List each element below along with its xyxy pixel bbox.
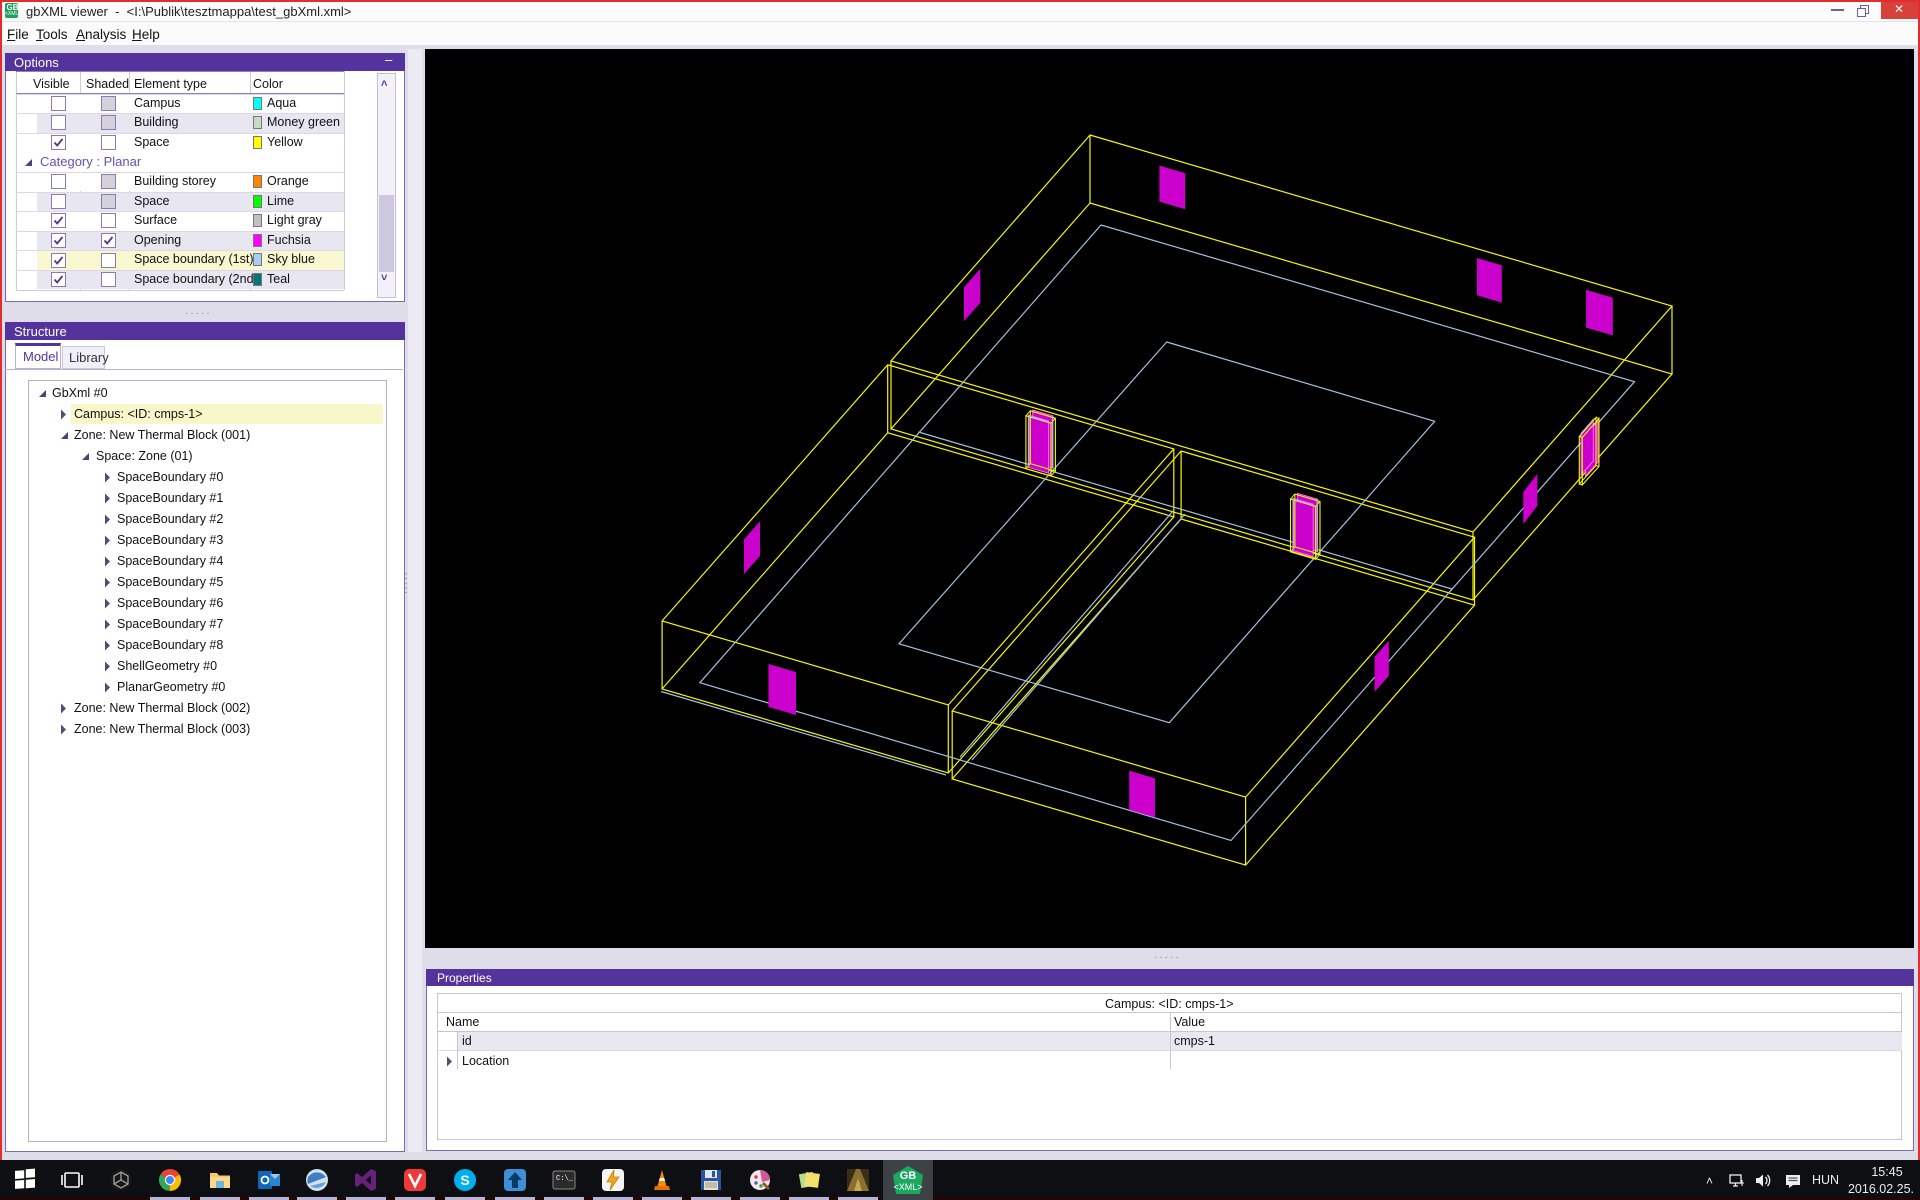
svg-text:<XML>: <XML> xyxy=(893,1182,922,1192)
svg-text:C:\_: C:\_ xyxy=(556,1175,574,1183)
svg-text:S: S xyxy=(460,1172,469,1188)
svg-text:GB: GB xyxy=(900,1170,917,1182)
